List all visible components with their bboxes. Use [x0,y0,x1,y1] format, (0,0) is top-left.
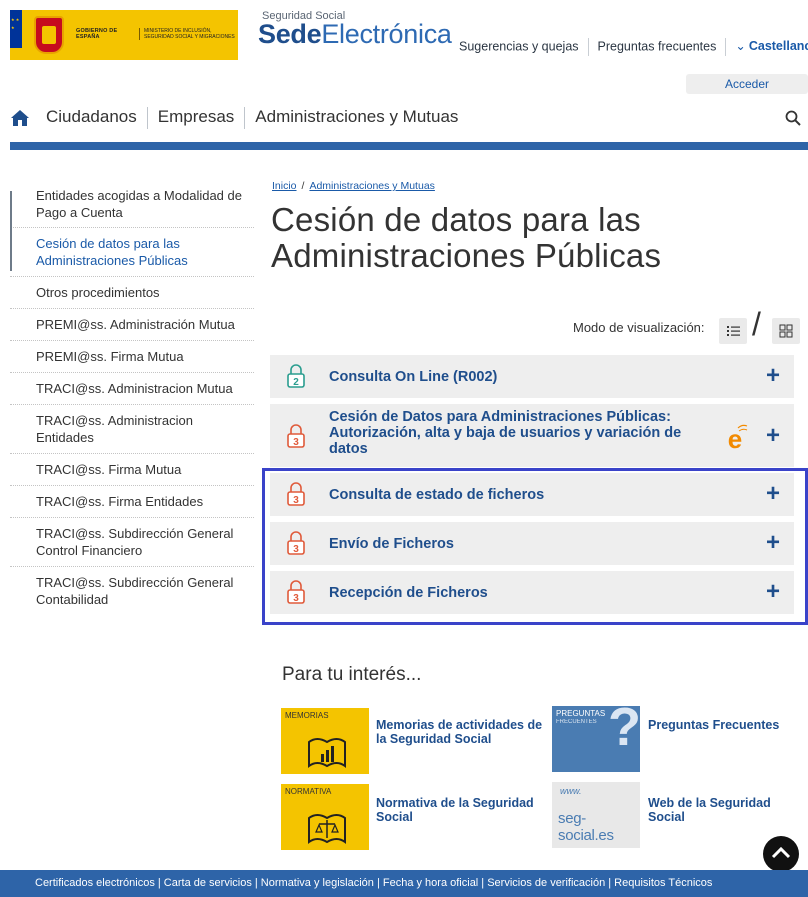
coat-of-arms-icon [34,16,64,54]
web-url-label: seg-social.es [558,810,614,844]
view-separator: / [752,306,761,342]
level-number: 2 [293,377,299,388]
view-mode-label: Modo de visualización: [573,320,705,335]
sidebar-item-traciss-firma-mutua[interactable]: TRACI@ss. Firma Mutua [10,454,254,486]
search-icon[interactable] [784,109,802,127]
chevron-up-icon [771,846,791,859]
tile-preguntas[interactable]: PREGUNTAS FRECUENTES ? Preguntas Frecuen… [552,700,802,772]
sidebar-item-otros[interactable]: Otros procedimientos [10,277,254,309]
sidebar-item-traciss-contabilidad[interactable]: TRACI@ss. Subdirección General Contabili… [10,567,254,615]
security-level-3-icon: 3 [287,424,305,448]
language-label: Castellano [748,39,808,54]
gobierno-logo[interactable]: GOBIERNO DE ESPAÑA MINISTERIO DE INCLUSI… [10,10,238,60]
scroll-top-button[interactable] [763,836,799,872]
nav-underline [10,142,808,150]
sidebar-item-traciss-firma-entidades[interactable]: TRACI@ss. Firma Entidades [10,486,254,518]
grid-icon [779,324,793,338]
normativa-image: NORMATIVA [281,784,369,850]
e-document-icon: e [728,424,748,452]
tile-tag: NORMATIVA [285,787,332,796]
sidebar-item-traciss-admin-mutua[interactable]: TRACI@ss. Administracion Mutua [10,373,254,405]
site-logo[interactable]: SedeElectrónica [258,19,452,50]
login-button[interactable]: Acceder [686,74,808,94]
security-level-2-icon: 2 [287,364,305,388]
list-view-button[interactable] [719,318,747,344]
breadcrumb-separator: / [301,180,305,192]
procedure-label: Consulta On Line (R002) [329,369,498,385]
nav-administraciones[interactable]: Administraciones y Mutuas [255,107,458,126]
divider [725,38,727,56]
sidebar-item-cesion-datos[interactable]: Cesión de datos para las Administracione… [10,228,254,277]
level-number: 3 [293,437,299,448]
breadcrumb: Inicio / Administraciones y Mutuas [272,180,435,192]
highlight-box [262,468,808,625]
breadcrumb-home[interactable]: Inicio [272,180,297,192]
sidebar-item-modalidad-pago[interactable]: Entidades acogidas a Modalidad de Pago a… [10,181,254,271]
tile-normativa[interactable]: NORMATIVA Normativa de la Seguridad Soci… [281,784,551,850]
eu-flag-icon [10,10,22,48]
grid-view-button[interactable] [772,318,800,344]
sidebar-item-traciss-admin-entidades[interactable]: TRACI@ss. Administracion Entidades [10,405,254,454]
preguntas-image: PREGUNTAS FRECUENTES ? [552,700,641,772]
language-selector[interactable]: ⌄ Castellano [735,39,808,53]
plus-icon[interactable]: + [766,364,780,388]
list-icon [727,326,740,336]
divider [244,106,246,129]
plus-icon[interactable]: + [766,424,780,448]
procedure-label: Cesión de Datos para Administraciones Pú… [329,409,682,457]
tile-tag: PREGUNTAS [556,709,606,718]
tile-label: Web de la Seguridad Social [648,796,771,824]
home-icon[interactable] [10,108,30,128]
site-logo-bold: Sede [258,19,322,49]
svg-text:e: e [728,424,742,452]
top-links: Sugerencias y quejas Preguntas frecuentes… [459,38,808,56]
tile-label: Normativa de la Seguridad Social [376,796,534,824]
sugerencias-link[interactable]: Sugerencias y quejas [459,39,579,53]
nav-ciudadanos[interactable]: Ciudadanos [46,107,137,126]
chevron-down-icon: ⌄ [735,39,746,54]
breadcrumb-section[interactable]: Administraciones y Mutuas [309,180,434,192]
footer-links[interactable]: Certificados electrónicos | Carta de ser… [0,870,808,897]
main-nav: Ciudadanos Empresas Administraciones y Mut… [10,104,808,134]
divider [587,38,589,56]
sidebar-item-traciss-control[interactable]: TRACI@ss. Subdirección General Control F… [10,518,254,567]
divider [146,106,148,129]
interest-title: Para tu interés... [282,664,422,685]
ministerio-label: MINISTERIO DE INCLUSIÓN, SEGURIDAD SOCIA… [139,28,237,40]
sidebar-item-premiss-firma[interactable]: PREMI@ss. Firma Mutua [10,341,254,373]
tile-tag: MEMORIAS [285,711,329,720]
gobierno-label: GOBIERNO DE ESPAÑA [76,28,118,40]
www-label: www. [560,786,582,796]
question-mark-icon: ? [608,697,641,757]
preguntas-link[interactable]: Preguntas frecuentes [598,39,717,53]
sidebar: Entidades acogidas a Modalidad de Pago a… [10,181,254,615]
tile-label: Preguntas Frecuentes [648,718,780,732]
memorias-image: MEMORIAS [281,708,369,774]
procedure-item[interactable]: 3 Cesión de Datos para Administraciones … [270,404,794,467]
law-scales-icon [308,814,346,844]
site-logo-thin: Electrónica [321,19,452,49]
page-title: Cesión de datos para las Administracione… [271,201,662,274]
web-image: www. seg-social.es [552,782,640,848]
tile-memorias[interactable]: MEMORIAS Memorias de actividades de la S… [281,708,551,774]
book-chart-icon [308,738,346,768]
sidebar-item-premiss-admin[interactable]: PREMI@ss. Administración Mutua [10,309,254,341]
nav-empresas[interactable]: Empresas [158,107,235,126]
tile-tag-sub: FRECUENTES [556,719,597,725]
procedure-item[interactable]: 2 Consulta On Line (R002) + [270,355,794,398]
tile-label: Memorias de actividades de la Seguridad … [376,718,543,746]
